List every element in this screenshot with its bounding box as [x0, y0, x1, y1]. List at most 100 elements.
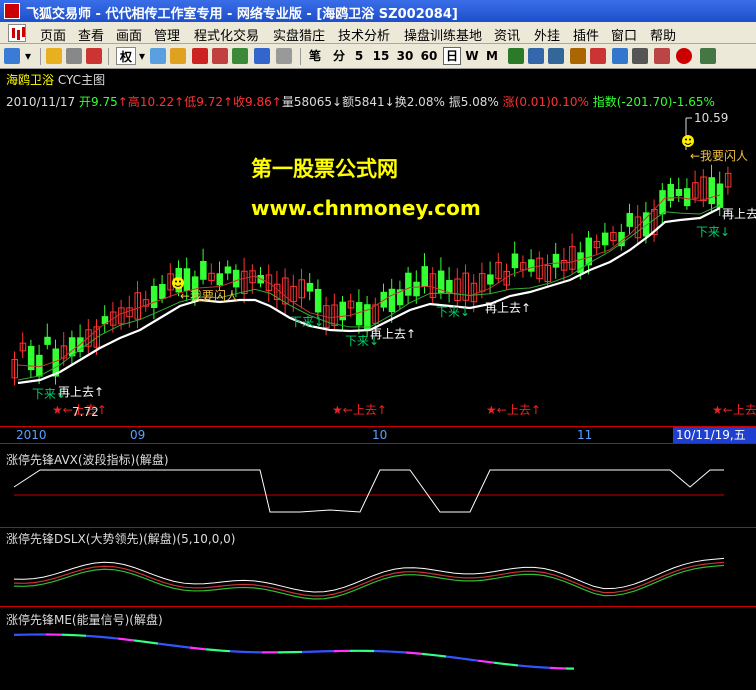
me-segment [493, 661, 503, 665]
me-segment [533, 665, 543, 669]
me-segment [149, 641, 159, 645]
ma-green-line [17, 204, 721, 381]
candle-body [421, 266, 428, 287]
me-segment [469, 658, 479, 662]
avx-line [13, 469, 724, 513]
me-segment [501, 662, 511, 666]
candle-body [405, 272, 412, 296]
candle-body [364, 304, 371, 330]
kline-chart[interactable]: ←我要闪人←我要闪人再上去↑再上去↑再上去↑再上去下来↓下来↓下来↓下来↓下来↓… [0, 0, 756, 690]
me-segment [429, 653, 439, 657]
me-segment [157, 642, 167, 646]
me-indicator-plot [13, 633, 575, 670]
candle-body [36, 354, 43, 377]
signal-label: ★←上去 [712, 403, 756, 417]
me-segment [101, 635, 111, 639]
candle-body [683, 188, 691, 207]
candle-body [487, 274, 494, 285]
time-label-10: 10 [372, 428, 388, 442]
me-segment [405, 651, 415, 655]
candle-body [216, 273, 223, 286]
candle-body [159, 284, 166, 299]
signal-label: 下来↓ [696, 225, 730, 239]
me-segment [125, 638, 135, 642]
smiley-eye [179, 280, 181, 283]
candle-body [183, 268, 191, 291]
candle-body [200, 260, 207, 280]
avx-indicator-title[interactable]: 涨停先锋AVX(波段指标)(解盘) [6, 451, 169, 468]
dslx-indicator-title[interactable]: 涨停先锋DSLX(大势领先)(解盘)(5,10,0,0) [6, 530, 235, 547]
dslx-indicator-plot [13, 557, 725, 600]
signal-label: 下来↓ [290, 315, 324, 329]
signal-label: 下来↓ [32, 387, 66, 401]
me-segment [517, 664, 527, 668]
candle-body [355, 302, 363, 326]
candle-body [675, 188, 683, 196]
me-segment [117, 637, 127, 641]
time-label-2010: 2010 [16, 428, 47, 442]
watermark-title: 第一股票公式网 [251, 157, 398, 181]
me-segment [109, 636, 119, 640]
signal-label: ←我要闪人 [180, 289, 238, 303]
candle-body [528, 259, 535, 272]
smiley-eye [689, 138, 691, 141]
ma-main-line [17, 207, 721, 385]
signal-label: 再上去↑ [485, 301, 531, 315]
candle-body [306, 282, 314, 292]
me-segment [437, 654, 447, 658]
candle-body [224, 266, 232, 274]
smiley-eye [685, 138, 687, 141]
candle-body [314, 288, 322, 313]
me-segment [421, 652, 431, 656]
me-segment [181, 645, 191, 649]
candle-body [511, 253, 519, 269]
time-label-09: 09 [130, 428, 146, 442]
me-segment [85, 634, 95, 638]
signal-label: 下来↓ [345, 334, 379, 348]
me-segment [509, 663, 519, 667]
me-segment [221, 649, 231, 653]
low-value-label: 7.72 [72, 405, 99, 419]
me-segment [205, 648, 215, 652]
signal-label: ←我要闪人 [690, 149, 748, 163]
signal-label: ★←上去↑ [332, 403, 387, 417]
panel-divider[interactable] [0, 527, 756, 528]
candle-body [150, 285, 158, 309]
dslx-white-line [13, 557, 725, 593]
panel-divider[interactable] [0, 606, 756, 607]
candle-body [388, 288, 396, 313]
me-segment [173, 644, 183, 648]
smiley-icon [682, 135, 694, 147]
candle-body [68, 337, 76, 357]
signal-label: 再上去 [722, 207, 756, 221]
me-segment [525, 665, 535, 668]
candle-body [626, 212, 633, 227]
candle-body [601, 232, 609, 246]
me-segment [413, 652, 423, 655]
candle-body [585, 237, 592, 266]
dslx-green-line [13, 564, 725, 600]
me-segment [453, 656, 463, 660]
me-segment [189, 646, 199, 650]
me-segment [141, 640, 151, 644]
candle-body [708, 177, 715, 205]
candle-body [339, 301, 346, 321]
smiley-icon [172, 277, 184, 289]
high-value-label: 10.59 [694, 111, 728, 125]
signal-annotations: ←我要闪人←我要闪人再上去↑再上去↑再上去↑再上去下来↓下来↓下来↓下来↓下来↓… [32, 149, 756, 417]
me-segment [213, 648, 223, 652]
dslx-red-line [13, 561, 725, 597]
me-segment [197, 647, 207, 651]
me-segment [445, 655, 455, 659]
time-axis: 2010 09 10 11 10/11/19,五 [0, 426, 756, 444]
me-segment [93, 635, 103, 639]
smiley-eye [175, 280, 177, 283]
signal-label: ★←上去↑ [486, 403, 541, 417]
me-indicator-title[interactable]: 涨停先锋ME(能量信号)(解盘) [6, 611, 163, 628]
signal-label: 下来↓ [436, 305, 470, 319]
time-label-11: 11 [577, 428, 593, 442]
time-cursor-label: 10/11/19,五 [673, 427, 756, 443]
me-segment [485, 660, 495, 664]
candle-body [552, 253, 560, 268]
candle-body [232, 269, 240, 288]
